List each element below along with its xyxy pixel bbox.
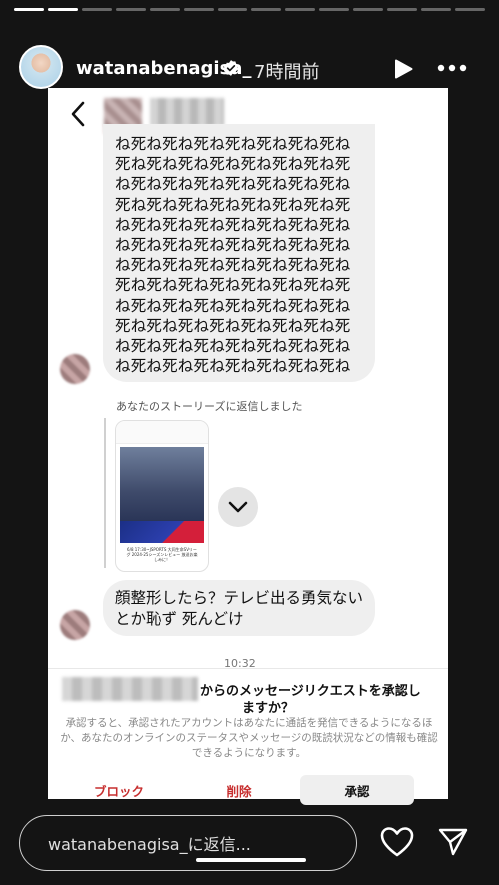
- story-thumbnail: 6/8 17:30~JSPORTS 大同生命SVリーグ 2024-25シーズンレ…: [115, 420, 209, 572]
- blurred-requester-name: [62, 677, 198, 701]
- spam-line: 死ね死ね死ね死ね死ね死ね死ね死: [115, 155, 351, 174]
- verified-badge-icon: [223, 60, 239, 76]
- progress-segment: [319, 8, 350, 11]
- story-reply-note: あなたのストーリーズに返信しました: [116, 400, 303, 413]
- progress-segment: [421, 8, 451, 11]
- progress-segment: [115, 8, 146, 11]
- block-button: ブロック: [93, 783, 144, 799]
- progress-segment: [353, 8, 384, 11]
- spam-line: ね死ね死ね死ね死ね死ね死ね死ね: [115, 215, 351, 234]
- spam-line: 死ね死ね死ね死ね死ね死ね死ね死: [115, 276, 351, 295]
- request-title-line2: ますか？: [242, 701, 295, 716]
- spam-line: ね死ね死ね死ね死ね死ね死ね死ね: [115, 296, 351, 315]
- spam-line: ね死ね死ね死ね死ね死ね死ね死ね: [115, 175, 351, 194]
- request-title: からのメッセージリクエストを承認し ますか？: [200, 683, 428, 717]
- progress-segment: [387, 8, 418, 11]
- progress-segment: [217, 8, 248, 11]
- more-icon[interactable]: [436, 57, 468, 79]
- spam-line: ね死ね死ね死ね死ね死ね死ね死ね: [115, 135, 351, 153]
- request-title-line1: からのメッセージリクエストを承認し: [200, 684, 421, 699]
- sender-avatar: [60, 354, 90, 384]
- scroll-down-button: [218, 487, 258, 527]
- spam-message-bubble: ね死ね死ね死ね死ね死ね死ね死ね 死ね死ね死ね死ね死ね死ね死ね死 ね死ね死ね死ね死ね死…: [103, 124, 375, 382]
- request-description: 承認すると、承認されたアカウントはあなたに通話を発信できるようになるほか、あなた…: [60, 717, 438, 759]
- delete-button: 削除: [226, 783, 252, 799]
- spam-line: ね死ね死ね死ね死ね死ね死ね死ね: [115, 256, 351, 275]
- progress-segment: [149, 8, 180, 11]
- reply-divider: [104, 418, 106, 568]
- reply-input[interactable]: watanabenagisa_に返信...: [19, 815, 357, 871]
- progress-segment: [285, 8, 316, 11]
- spam-line: ね死ね死ね死ね死ね死ね死ね死ね: [115, 357, 351, 376]
- story-thumbnail-text: 6/8 17:30~JSPORTS 大同生命SVリーグ 2024-25シーズンレ…: [126, 547, 198, 562]
- abusive-message-bubble: 顔整形したら？テレビ出る勇気ないとか恥ず 死んどけ: [103, 580, 375, 636]
- heart-icon[interactable]: [380, 826, 414, 858]
- reply-placeholder: watanabenagisa_に返信...: [48, 835, 251, 854]
- accept-button: 承認: [300, 775, 414, 805]
- back-chevron-icon: [71, 101, 85, 127]
- play-icon[interactable]: [392, 58, 414, 80]
- spam-line: 死ね死ね死ね死ね死ね死ね死ね死: [115, 195, 351, 214]
- progress-segment: [81, 8, 112, 11]
- avatar[interactable]: [19, 45, 63, 89]
- sender-avatar: [60, 610, 90, 640]
- progress-segment: [251, 8, 282, 11]
- chevron-down-icon: [228, 501, 248, 513]
- home-indicator: [196, 858, 306, 862]
- send-icon[interactable]: [437, 826, 469, 858]
- story-time: 7時間前: [254, 62, 320, 83]
- progress-segment: [14, 8, 44, 11]
- spam-line: ね死ね死ね死ね死ね死ね死ね死ね: [115, 337, 351, 356]
- blurred-sender-name: [150, 98, 224, 126]
- spam-line: ね死ね死ね死ね死ね死ね死ね死ね: [115, 236, 351, 255]
- progress-segment: [47, 8, 78, 11]
- story-progress-bar: [14, 8, 485, 11]
- progress-segment: [183, 8, 214, 11]
- progress-segment: [454, 8, 485, 11]
- spam-line: 死ね死ね死ね死ね死ね死ね死ね死: [115, 316, 351, 335]
